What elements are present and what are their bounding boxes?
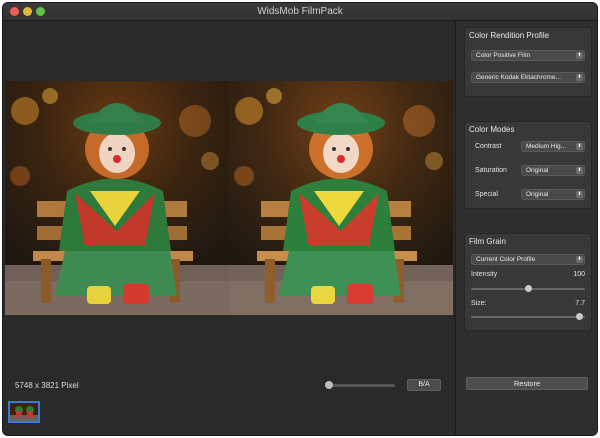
before-preview-image <box>5 81 229 315</box>
color-rendition-title: Color Rendition Profile <box>469 31 550 40</box>
image-viewer: 5748 x 3821 Pixel B/A <box>3 21 455 435</box>
film-profile-dropdown[interactable]: Generic Kodak Ektachrome... ⬍ <box>471 72 585 83</box>
title-bar: WidsMob FilmPack <box>3 3 597 21</box>
chevron-updown-icon: ⬍ <box>576 167 583 174</box>
window-title: WidsMob FilmPack <box>257 6 343 17</box>
saturation-value: Original <box>526 167 549 174</box>
chevron-updown-icon: ⬍ <box>576 74 583 81</box>
intensity-label: Intensity <box>471 271 498 278</box>
size-slider-knob[interactable] <box>575 313 583 320</box>
special-value: Original <box>526 191 549 198</box>
contrast-dropdown[interactable]: Medium Hig... ⬍ <box>521 141 585 152</box>
color-modes-title: Color Modes <box>469 125 515 134</box>
grain-profile-dropdown[interactable]: Current Color Profile ⬍ <box>471 254 585 265</box>
film-profile-value: Generic Kodak Ektachrome... <box>476 74 561 81</box>
after-preview-image <box>229 81 453 315</box>
before-after-button[interactable]: B/A <box>407 379 441 391</box>
contrast-label: Contrast <box>475 143 502 150</box>
restore-button[interactable]: Restore <box>466 377 588 390</box>
size-label: Size: <box>471 300 487 307</box>
film-grain-title: Film Grain <box>469 237 506 246</box>
film-grain-panel: Film Grain Current Color Profile ⬍ Inten… <box>464 233 592 331</box>
app-window: WidsMob FilmPack 5748 x 3821 Pixel B/A C… <box>2 2 598 436</box>
chevron-updown-icon: ⬍ <box>576 143 583 150</box>
intensity-value: 100 <box>573 271 585 278</box>
special-label: Special <box>475 191 498 198</box>
zoom-slider[interactable] <box>325 381 395 389</box>
chevron-updown-icon: ⬍ <box>576 52 583 59</box>
profile-type-dropdown[interactable]: Color Positive Film ⬍ <box>471 50 585 61</box>
saturation-label: Saturation <box>475 167 507 174</box>
zoom-slider-knob[interactable] <box>325 381 333 389</box>
image-dimensions: 5748 x 3821 Pixel <box>15 381 79 390</box>
saturation-dropdown[interactable]: Original ⬍ <box>521 165 585 176</box>
size-value: 7.7 <box>575 300 585 307</box>
contrast-value: Medium Hig... <box>526 143 567 150</box>
special-dropdown[interactable]: Original ⬍ <box>521 189 585 200</box>
intensity-slider[interactable] <box>471 285 585 292</box>
intensity-slider-knob[interactable] <box>524 285 532 292</box>
filmstrip-thumbnail[interactable] <box>8 401 40 423</box>
grain-profile-value: Current Color Profile <box>476 256 536 263</box>
size-slider[interactable] <box>471 313 585 320</box>
profile-type-value: Color Positive Film <box>476 52 531 59</box>
color-rendition-panel: Color Rendition Profile Color Positive F… <box>464 27 592 97</box>
settings-sidebar: Color Rendition Profile Color Positive F… <box>455 21 597 435</box>
chevron-updown-icon: ⬍ <box>576 191 583 198</box>
color-modes-panel: Color Modes Contrast Medium Hig... ⬍ Sat… <box>464 121 592 209</box>
chevron-updown-icon: ⬍ <box>576 256 583 263</box>
